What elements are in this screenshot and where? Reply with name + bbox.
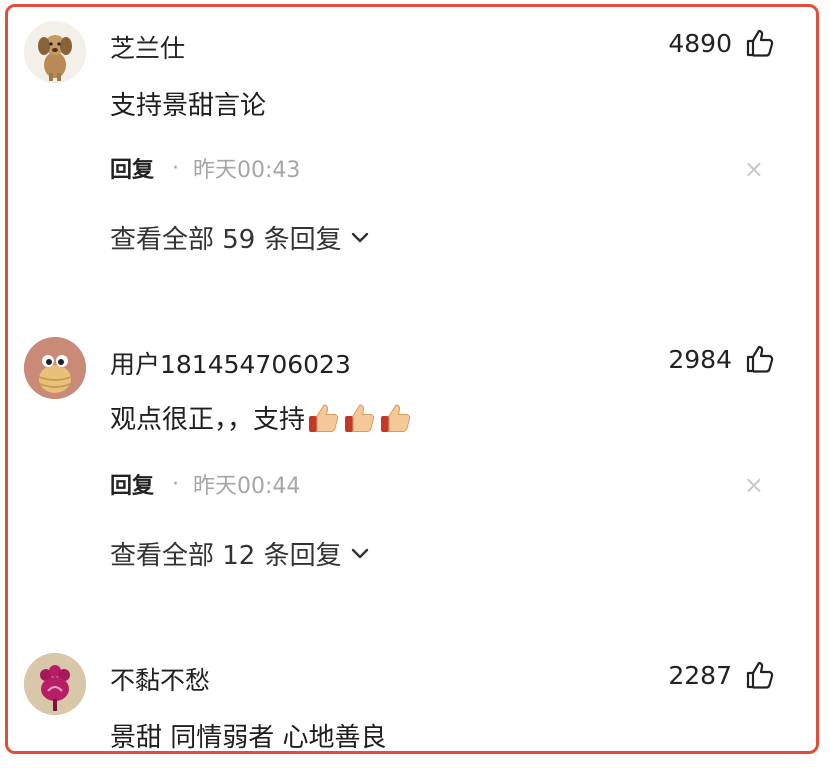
- username[interactable]: 用户181454706023: [110, 345, 351, 381]
- comment-text: 观点很正，，支持: [110, 399, 413, 436]
- thumbs-up-emoji-icon: [345, 403, 375, 432]
- thumbs-up-emoji-icon: [309, 403, 339, 432]
- username[interactable]: 不黏不愁: [110, 661, 210, 697]
- chevron-down-icon: [351, 548, 368, 558]
- comment-item: 不黏不愁 2287 景甜 同情弱者 心地善良: [8, 639, 816, 753]
- comment-text: 景甜 同情弱者 心地善良: [110, 723, 387, 753]
- avatar[interactable]: [24, 337, 86, 399]
- separator-dot: ·: [172, 155, 180, 181]
- comment-item: 用户181454706023 2984 观点很正，，支持 回复 · 昨天00:4…: [8, 323, 816, 639]
- like-button[interactable]: 2984: [668, 343, 776, 375]
- thumbs-up-icon: [746, 29, 774, 57]
- like-count: 2984: [668, 344, 732, 374]
- separator-dot: ·: [172, 471, 180, 497]
- like-count: 4890: [668, 28, 732, 58]
- like-button[interactable]: 2287: [668, 659, 776, 691]
- comment-text-content: 观点很正，，支持: [110, 405, 306, 435]
- view-replies-label: 查看全部 12 条回复: [110, 541, 342, 571]
- thumbs-up-icon: [746, 345, 774, 373]
- reply-button[interactable]: 回复: [110, 152, 154, 184]
- view-all-replies-button[interactable]: 查看全部 12 条回复: [110, 535, 370, 572]
- username[interactable]: 芝兰仕: [110, 29, 185, 65]
- comment-list-frame: 芝兰仕 4890 支持景甜言论 回复 · 昨天00:43 × 查看全部 59 条…: [5, 4, 819, 754]
- reply-button[interactable]: 回复: [110, 468, 154, 500]
- like-count: 2287: [668, 660, 732, 690]
- thumbs-up-emoji-icon: [381, 403, 411, 432]
- avatar[interactable]: [24, 21, 86, 83]
- dog-avatar-image: [24, 21, 86, 83]
- view-all-replies-button[interactable]: 查看全部 59 条回复: [110, 219, 370, 256]
- comment-meta: 回复 · 昨天00:44: [110, 468, 300, 500]
- comment-meta: 回复 · 昨天00:43: [110, 152, 300, 184]
- avatar[interactable]: [24, 653, 86, 715]
- close-icon[interactable]: ×: [744, 473, 764, 497]
- thumbs-up-icon: [746, 661, 774, 689]
- timestamp: 昨天00:43: [193, 158, 301, 183]
- flower-avatar-image: [24, 653, 86, 715]
- comment-text: 支持景甜言论: [110, 91, 267, 121]
- close-icon[interactable]: ×: [744, 157, 764, 181]
- timestamp: 昨天00:44: [193, 474, 301, 499]
- view-replies-label: 查看全部 59 条回复: [110, 225, 342, 255]
- chevron-down-icon: [351, 232, 368, 242]
- comment-item: 芝兰仕 4890 支持景甜言论 回复 · 昨天00:43 × 查看全部 59 条…: [8, 7, 816, 323]
- like-button[interactable]: 4890: [668, 27, 776, 59]
- cartoon-avatar-image: [24, 337, 86, 399]
